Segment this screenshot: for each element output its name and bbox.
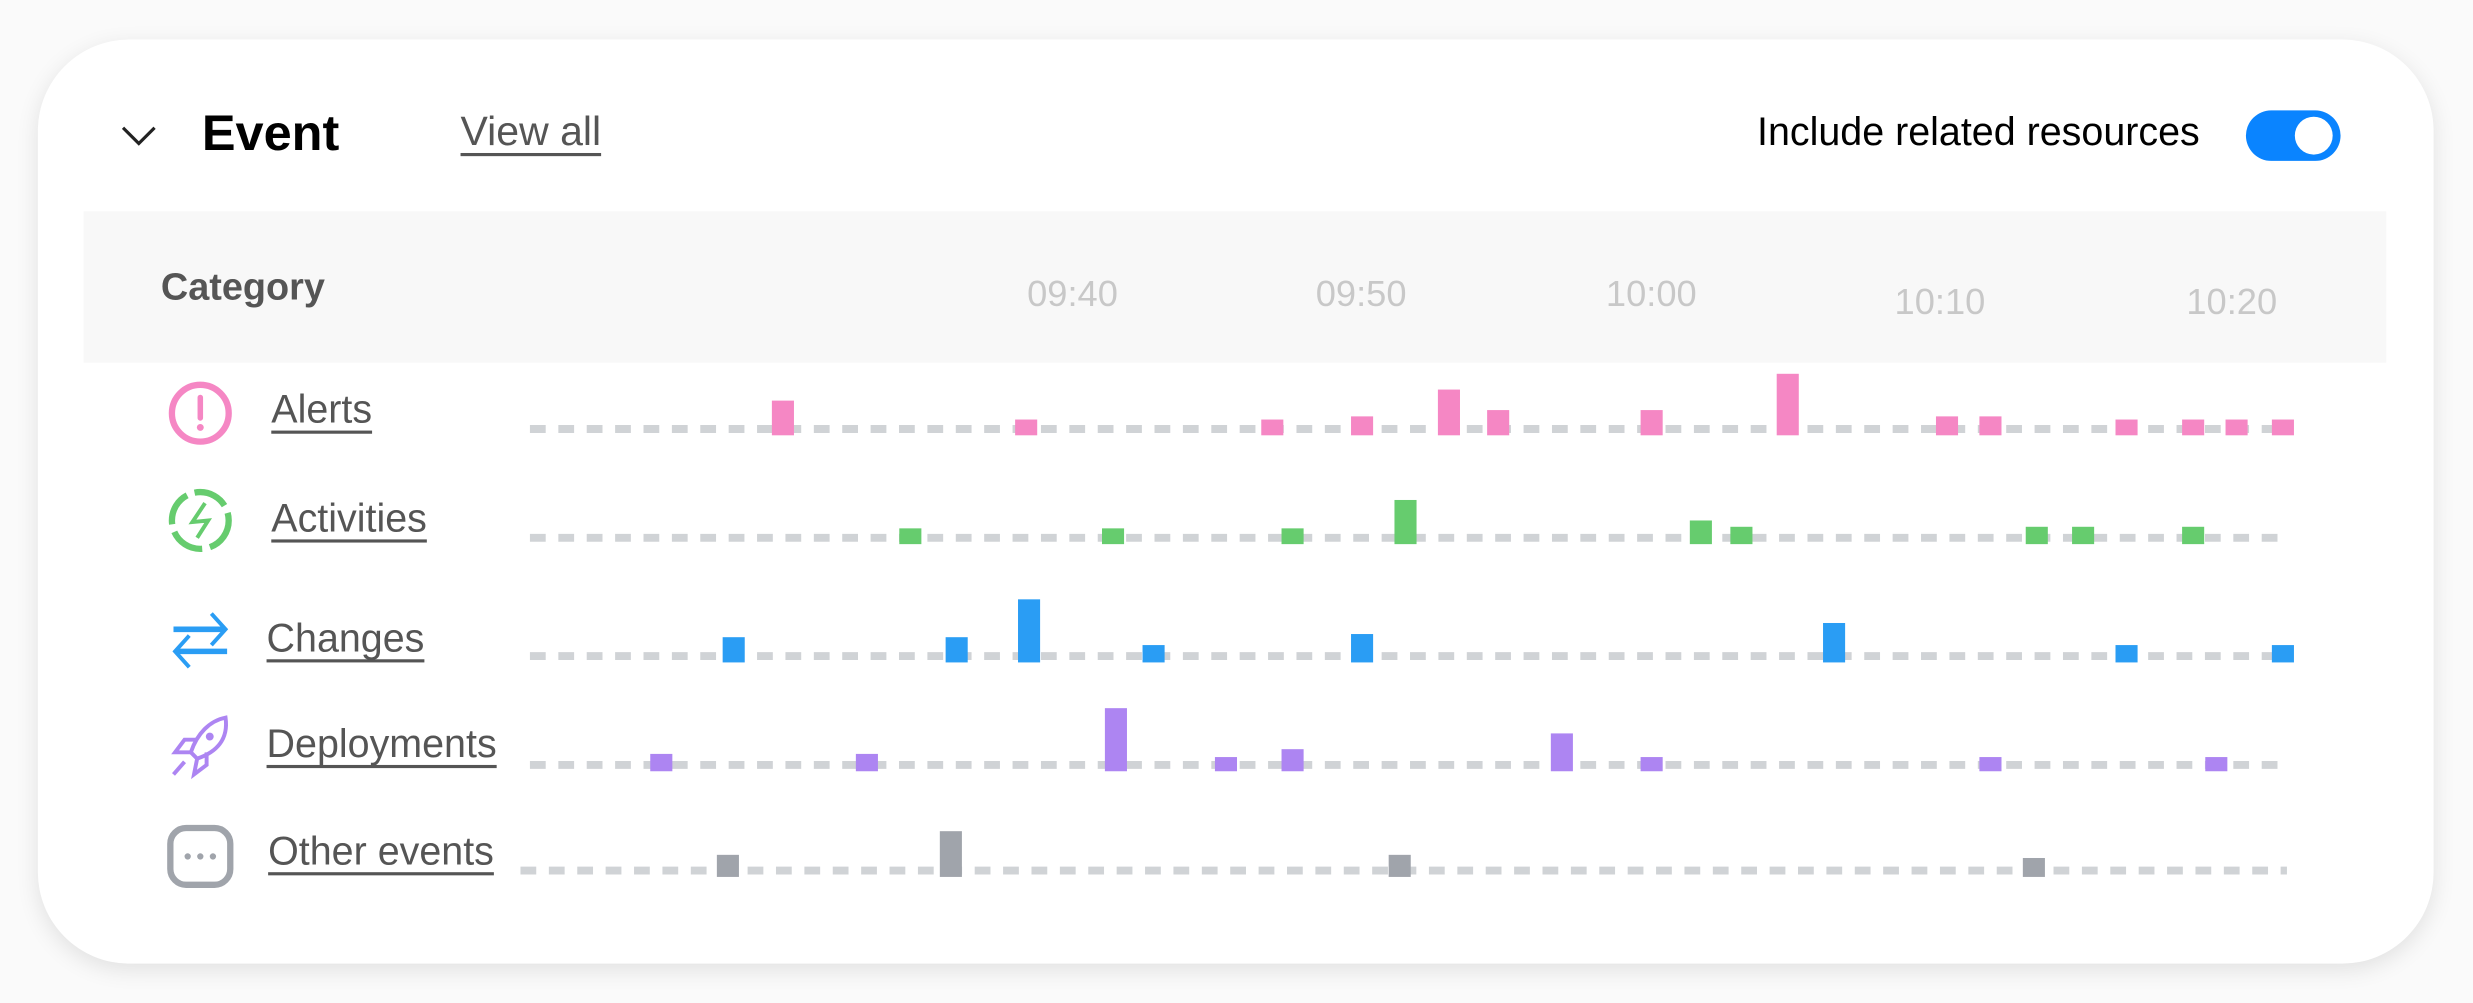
event-bar[interactable]	[2025, 526, 2048, 545]
event-bar[interactable]	[1640, 410, 1663, 436]
event-bar[interactable]	[1142, 645, 1165, 663]
event-bar[interactable]	[1550, 733, 1573, 772]
event-bar[interactable]	[1776, 373, 1799, 436]
event-bar[interactable]	[899, 528, 922, 545]
event-bar[interactable]	[771, 400, 794, 436]
event-bar[interactable]	[1351, 634, 1374, 663]
event-bar[interactable]	[1104, 708, 1127, 772]
event-bar[interactable]	[2115, 419, 2138, 436]
event-bar[interactable]	[1689, 520, 1712, 545]
event-bar[interactable]	[2182, 419, 2205, 436]
event-bar[interactable]	[1101, 528, 1125, 545]
event-bar[interactable]	[650, 753, 673, 772]
event-bar[interactable]	[1388, 854, 1411, 877]
event-bar[interactable]	[2205, 757, 2228, 772]
event-bar[interactable]	[2022, 857, 2045, 877]
event-bar[interactable]	[2072, 526, 2095, 545]
event-bar[interactable]	[1261, 419, 1284, 436]
event-bar[interactable]	[1935, 416, 1959, 436]
event-bar[interactable]	[1823, 622, 1846, 663]
event-timeline	[520, 373, 2294, 877]
event-bar[interactable]	[716, 854, 739, 877]
event-bar[interactable]	[722, 637, 745, 663]
event-bar[interactable]	[1487, 410, 1510, 436]
event-bar[interactable]	[1281, 528, 1304, 545]
event-bar[interactable]	[1640, 757, 1663, 772]
event-bar[interactable]	[939, 831, 962, 877]
event-bar[interactable]	[855, 753, 878, 772]
event-bar[interactable]	[945, 637, 968, 663]
event-bar[interactable]	[2271, 645, 2294, 663]
event-bar[interactable]	[2271, 419, 2294, 436]
event-bar[interactable]	[1018, 599, 1041, 663]
event-bar[interactable]	[2182, 526, 2205, 545]
event-bar[interactable]	[1979, 757, 2002, 772]
event-bar[interactable]	[1730, 526, 1753, 545]
event-bar[interactable]	[1214, 757, 1238, 772]
event-bar[interactable]	[1281, 749, 1304, 772]
event-bar[interactable]	[2225, 419, 2248, 436]
event-bar[interactable]	[1015, 419, 1038, 436]
event-bar[interactable]	[2115, 645, 2138, 663]
event-bar[interactable]	[1351, 416, 1374, 436]
event-bar[interactable]	[1394, 499, 1417, 545]
event-bar[interactable]	[1437, 389, 1460, 436]
event-bar[interactable]	[1979, 416, 2002, 436]
